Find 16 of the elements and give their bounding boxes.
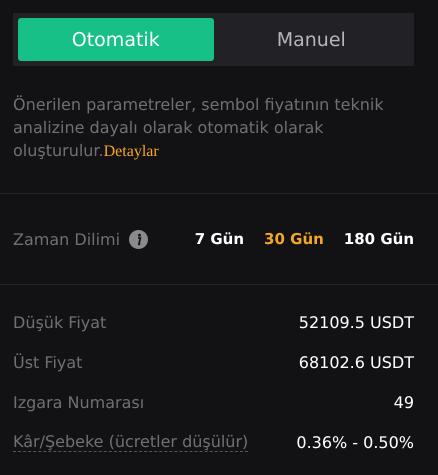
info-icon[interactable]	[129, 230, 148, 248]
param-value: 49	[394, 392, 414, 412]
param-label: Üst Fiyat	[13, 352, 82, 372]
param-value: 68102.6 USDT	[298, 352, 414, 372]
time-frame-option[interactable]: 30 Gün	[264, 230, 324, 248]
param-label: Kâr/Şebeke (ücretler düşülür)	[13, 432, 248, 452]
details-link[interactable]: Detaylar	[104, 143, 159, 160]
param-value: 0.36% - 0.50%	[296, 432, 414, 452]
description-text: Önerilen parametreler, sembol fiyatının teknik analizine dayalı olarak otomatik olarak oluşturulur.Detaylar	[13, 94, 385, 162]
param-label: Düşük Fiyat	[13, 312, 106, 332]
param-label: Izgara Numarası	[13, 392, 144, 412]
time-frame-option[interactable]: 7 Gün	[194, 230, 244, 248]
mode-tab[interactable]: Manuel	[214, 18, 409, 61]
param-value: 52109.5 USDT	[298, 312, 414, 332]
time-frame-label: Zaman Dilimi	[13, 230, 120, 248]
time-frame-option[interactable]: 180 Gün	[344, 230, 414, 248]
